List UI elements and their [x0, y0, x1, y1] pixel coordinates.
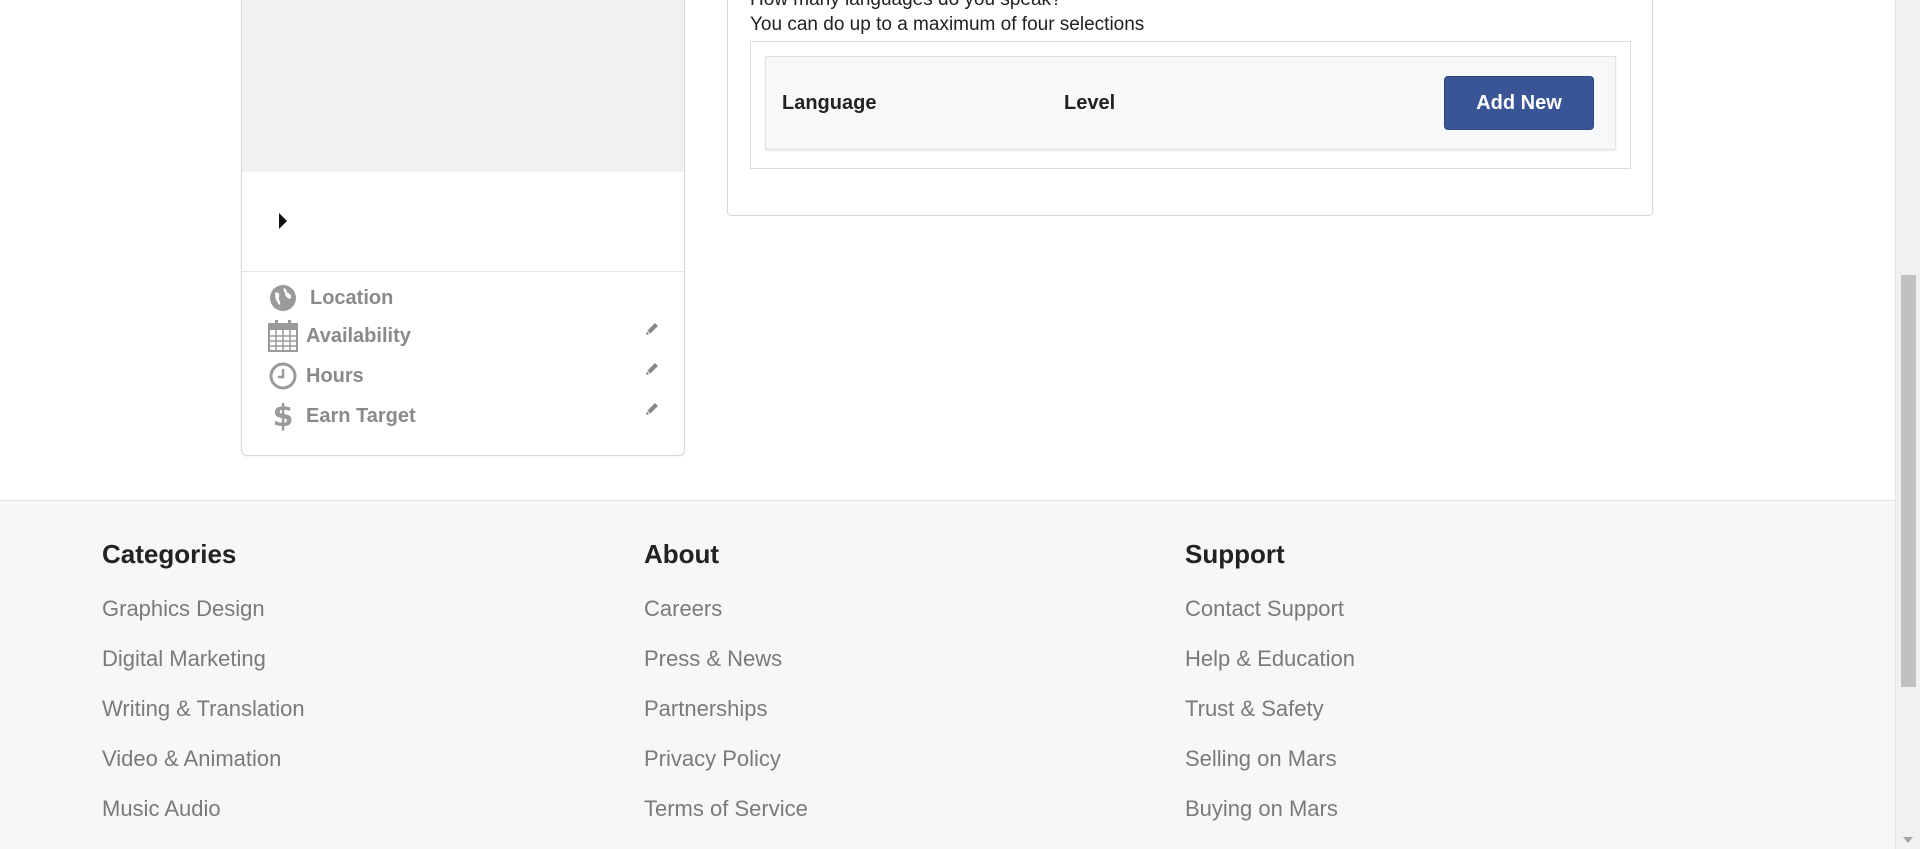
footer-heading-categories: Categories [102, 539, 237, 569]
info-label-location: Location [310, 287, 394, 309]
languages-box: Language Level Add New [750, 41, 1631, 169]
footer-link-terms-of-service[interactable]: Terms of Service [644, 796, 808, 846]
profile-media-area [242, 0, 684, 172]
clock-icon [268, 361, 298, 391]
scroll-down-arrow-icon[interactable] [1903, 837, 1913, 843]
footer-link-help-education[interactable]: Help & Education [1185, 646, 1355, 696]
edit-hours-pencil-icon[interactable] [644, 361, 662, 379]
media-player-row [242, 172, 684, 272]
page-scrollbar[interactable] [1895, 0, 1920, 849]
edit-earn-target-pencil-icon[interactable] [644, 401, 662, 419]
play-icon[interactable] [276, 209, 290, 233]
footer-column-support: Support Contact Support Help & Education… [1185, 539, 1355, 846]
info-label-hours: Hours [306, 365, 364, 387]
footer-link-careers[interactable]: Careers [644, 596, 808, 646]
globe-icon [268, 283, 298, 313]
footer-link-video-animation[interactable]: Video & Animation [102, 746, 305, 796]
footer-link-privacy-policy[interactable]: Privacy Policy [644, 746, 808, 796]
info-row-earn-target: $ Earn Target [242, 399, 684, 437]
column-header-language: Language [782, 92, 877, 114]
footer-link-digital-marketing[interactable]: Digital Marketing [102, 646, 305, 696]
info-row-location: Location [242, 281, 684, 319]
add-new-language-button[interactable]: Add New [1444, 76, 1594, 130]
footer-link-trust-safety[interactable]: Trust & Safety [1185, 696, 1355, 746]
footer-column-about: About Careers Press & News Partnerships … [644, 539, 808, 846]
footer-heading-about: About [644, 539, 720, 569]
calendar-icon [268, 320, 298, 352]
languages-hint: You can do up to a maximum of four selec… [750, 14, 1145, 35]
info-label-availability: Availability [306, 325, 411, 347]
footer-column-categories: Categories Graphics Design Digital Marke… [102, 539, 305, 846]
info-label-earn-target: Earn Target [306, 405, 416, 427]
footer-link-buying-on-mars[interactable]: Buying on Mars [1185, 796, 1355, 846]
page: Location Availability Hours $ Earn Targe… [0, 0, 1920, 849]
footer-link-music-audio[interactable]: Music Audio [102, 796, 305, 846]
svg-text:$: $ [273, 400, 294, 432]
footer-link-selling-on-mars[interactable]: Selling on Mars [1185, 746, 1355, 796]
languages-panel: How many languages do you speak? You can… [727, 0, 1653, 216]
edit-availability-pencil-icon[interactable] [644, 321, 662, 339]
info-row-availability: Availability [242, 319, 684, 357]
footer-link-writing-translation[interactable]: Writing & Translation [102, 696, 305, 746]
scrollbar-thumb[interactable] [1901, 275, 1916, 687]
footer-link-graphics-design[interactable]: Graphics Design [102, 596, 305, 646]
profile-card: Location Availability Hours $ Earn Targe… [241, 0, 685, 456]
site-footer: Categories Graphics Design Digital Marke… [0, 500, 1895, 849]
footer-link-contact-support[interactable]: Contact Support [1185, 596, 1355, 646]
languages-question: How many languages do you speak? [750, 0, 1062, 11]
footer-link-press-news[interactable]: Press & News [644, 646, 808, 696]
footer-heading-support: Support [1185, 539, 1285, 569]
dollar-icon: $ [268, 400, 298, 432]
footer-link-partnerships[interactable]: Partnerships [644, 696, 808, 746]
languages-table-header: Language Level Add New [765, 56, 1616, 150]
column-header-level: Level [1064, 92, 1116, 114]
info-row-hours: Hours [242, 359, 684, 397]
